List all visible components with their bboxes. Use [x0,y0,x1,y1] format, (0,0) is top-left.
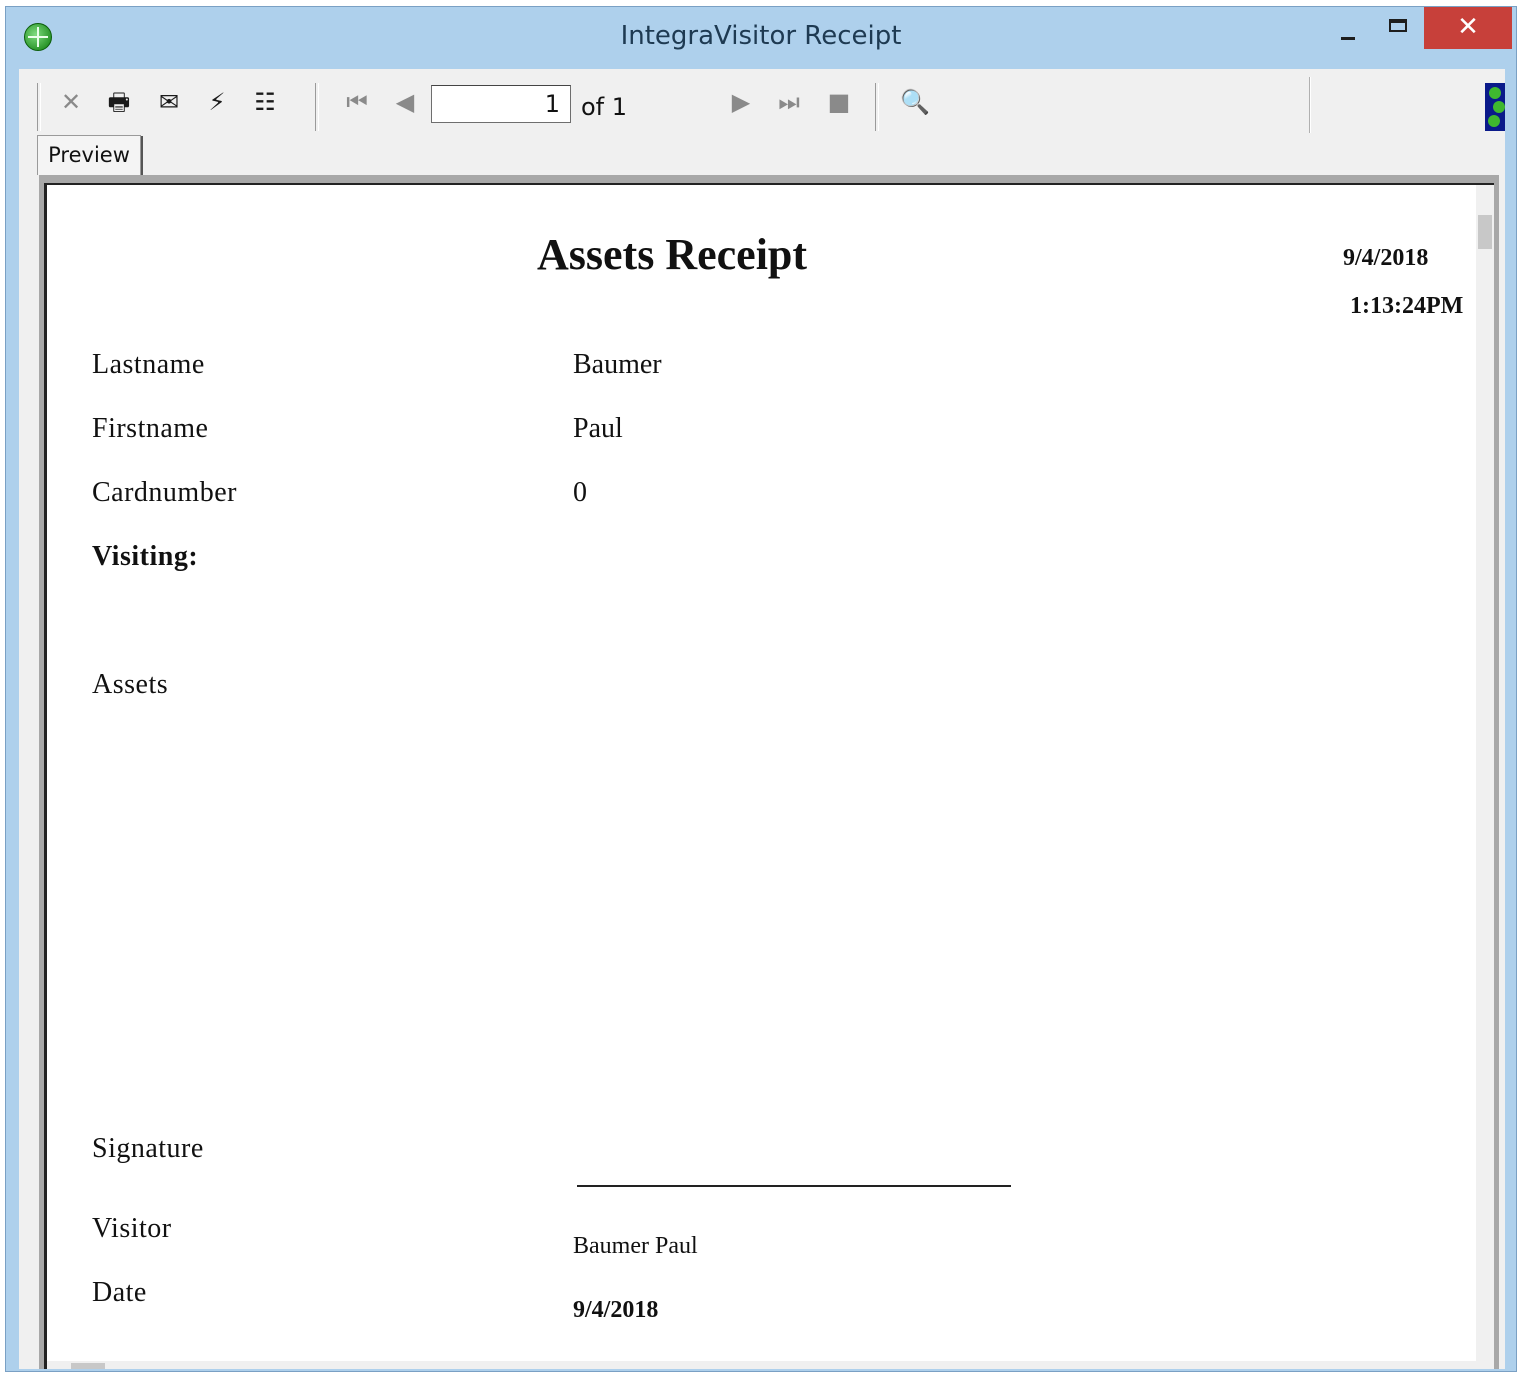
first-page-icon[interactable]: ⏮ [341,86,373,118]
toolbar-grip[interactable] [315,83,319,131]
vertical-scroll-thumb[interactable] [1478,215,1492,249]
visitor-value: Baumer Paul [573,1233,698,1259]
toolbar-grip[interactable] [875,83,879,131]
report-viewer: Assets Receipt 9/4/2018 1:13:24PM Lastna… [39,175,1499,1369]
horizontal-scroll-thumb[interactable] [71,1363,105,1369]
vertical-scrollbar[interactable] [1476,185,1494,1369]
report-toolbar: ✕ 🖶 ✉ ⚡ ☷ ⏮ ◀ 1 of 1 ▶ ⏭ ■ 🔍 [19,69,1505,135]
tab-preview[interactable]: Preview [37,135,143,176]
visitor-label: Visitor [92,1213,172,1244]
signature-line [577,1185,1011,1187]
stop-icon[interactable]: ■ [823,86,855,118]
maximize-button[interactable] [1376,7,1422,49]
client-area: ✕ 🖶 ✉ ⚡ ☷ ⏮ ◀ 1 of 1 ▶ ⏭ ■ 🔍 Preview Ass… [19,69,1505,1369]
cardnumber-label: Cardnumber [92,477,237,508]
group-tree-icon[interactable]: ☷ [249,86,281,118]
lastname-value: Baumer [573,349,662,380]
date-label: Date [92,1277,147,1308]
signature-label: Signature [92,1133,204,1164]
report-time: 1:13:24PM [1350,293,1464,319]
page-count-label: of 1 [581,93,628,121]
report-title: Assets Receipt [537,230,808,279]
export-icon[interactable]: ✉ [153,86,185,118]
refresh-icon[interactable]: ⚡ [201,86,233,118]
toolbar-separator [1309,77,1311,133]
page-number-input[interactable]: 1 [431,85,571,123]
search-icon[interactable]: 🔍 [899,86,931,118]
visiting-label: Visiting: [92,541,199,572]
last-page-icon[interactable]: ⏭ [773,86,805,118]
title-bar[interactable]: IntegraVisitor Receipt ✕ [6,7,1516,69]
window-title: IntegraVisitor Receipt [620,21,902,51]
firstname-value: Paul [573,413,623,444]
lastname-label: Lastname [92,349,205,380]
cardnumber-value: 0 [573,477,587,508]
toolbar-grip[interactable] [37,83,41,131]
firstname-label: Firstname [92,413,209,444]
print-icon[interactable]: 🖶 [103,86,135,118]
receipt-window: IntegraVisitor Receipt ✕ ✕ 🖶 ✉ ⚡ ☷ ⏮ ◀ 1… [5,6,1517,1372]
report-page: Assets Receipt 9/4/2018 1:13:24PM Lastna… [44,183,1494,1369]
close-window-button[interactable]: ✕ [1424,7,1512,49]
report-date: 9/4/2018 [1343,245,1429,271]
vendor-logo-icon [1485,83,1505,131]
next-page-icon[interactable]: ▶ [725,86,757,118]
assets-label: Assets [92,669,169,700]
minimize-button[interactable] [1326,7,1372,49]
previous-page-icon[interactable]: ◀ [389,86,421,118]
horizontal-scrollbar[interactable] [47,1361,1494,1369]
date-value: 9/4/2018 [573,1297,659,1323]
close-report-icon[interactable]: ✕ [55,86,87,118]
